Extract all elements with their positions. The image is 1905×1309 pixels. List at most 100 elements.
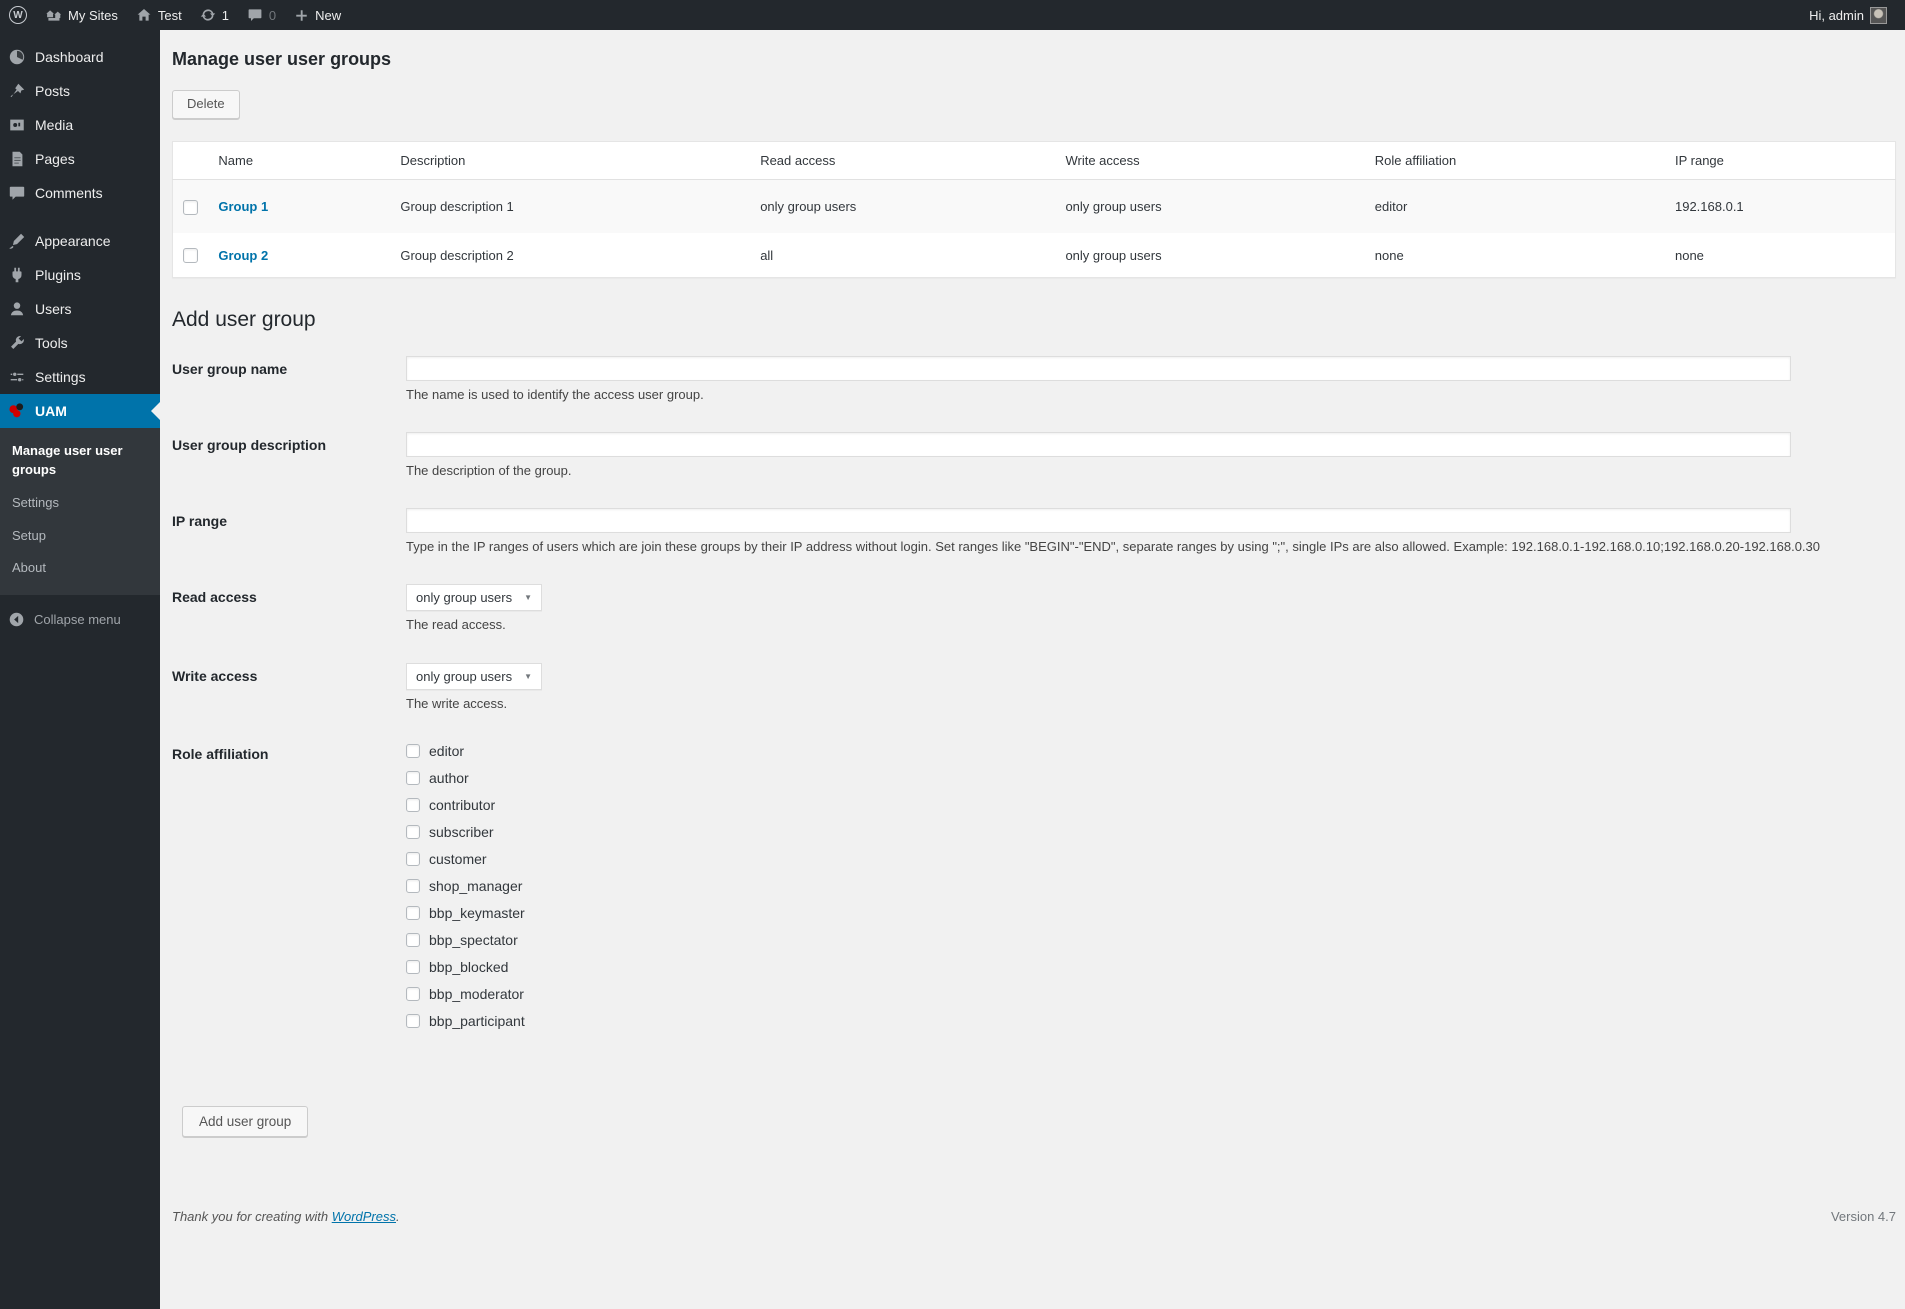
write-access-select[interactable]: only group users ▼ <box>406 663 542 690</box>
wrench-icon <box>8 334 26 352</box>
role-checkbox[interactable] <box>406 852 420 866</box>
column-header-name: Name <box>208 141 390 179</box>
submenu-item-setup[interactable]: Setup <box>0 520 160 553</box>
ip-range-label: IP range <box>172 508 406 529</box>
sidebar-item-tools[interactable]: Tools <box>0 326 160 360</box>
group-ip-cell: none <box>1665 233 1896 277</box>
site-name-label: Test <box>158 8 182 23</box>
submenu-item-settings[interactable]: Settings <box>0 487 160 520</box>
role-option-subscriber[interactable]: subscriber <box>406 824 1896 840</box>
group-read-access-cell: only group users <box>750 179 1055 233</box>
wordpress-link[interactable]: WordPress <box>332 1209 396 1224</box>
wp-logo-menu[interactable]: W <box>0 0 36 30</box>
role-checkbox[interactable] <box>406 960 420 974</box>
admin-bar: W My Sites Test 1 0 <box>0 0 1905 30</box>
read-access-label: Read access <box>172 584 406 605</box>
role-option-contributor[interactable]: contributor <box>406 797 1896 813</box>
group-write-access-cell: only group users <box>1055 179 1364 233</box>
user-group-name-input[interactable] <box>406 356 1791 381</box>
role-option-label: author <box>429 770 469 786</box>
role-option-label: customer <box>429 851 487 867</box>
user-group-description-input[interactable] <box>406 432 1791 457</box>
user-groups-table: Name Description Read access Write acces… <box>172 141 1896 278</box>
group-name-link[interactable]: Group 1 <box>218 199 268 214</box>
sidebar-item-appearance[interactable]: Appearance <box>0 224 160 258</box>
uam-submenu: Manage user user groups Settings Setup A… <box>0 428 160 595</box>
comments-icon <box>8 184 26 202</box>
role-option-author[interactable]: author <box>406 770 1896 786</box>
role-checkbox-list: editor author contributor subscriber cus… <box>406 741 1896 1040</box>
greeting-label: Hi, admin <box>1809 8 1864 23</box>
plus-icon <box>294 8 309 23</box>
sidebar-item-label: Appearance <box>35 233 111 249</box>
sidebar-item-users[interactable]: Users <box>0 292 160 326</box>
sidebar-item-media[interactable]: Media <box>0 108 160 142</box>
role-checkbox[interactable] <box>406 744 420 758</box>
footer-thanks-suffix: . <box>396 1209 400 1224</box>
account-menu[interactable]: Hi, admin <box>1800 0 1896 30</box>
role-option-bbp-moderator[interactable]: bbp_moderator <box>406 986 1896 1002</box>
row-checkbox[interactable] <box>183 248 198 263</box>
group-read-access-cell: all <box>750 233 1055 277</box>
select-caret-icon: ▼ <box>524 672 532 681</box>
collapse-menu-button[interactable]: Collapse menu <box>0 601 160 638</box>
role-option-bbp-keymaster[interactable]: bbp_keymaster <box>406 905 1896 921</box>
form-row-ip-range: IP range Type in the IP ranges of users … <box>172 498 1896 574</box>
dashboard-icon <box>8 48 26 66</box>
role-checkbox[interactable] <box>406 933 420 947</box>
role-checkbox[interactable] <box>406 825 420 839</box>
role-checkbox[interactable] <box>406 987 420 1001</box>
role-option-label: contributor <box>429 797 495 813</box>
new-menu[interactable]: New <box>285 0 350 30</box>
write-access-selected-value: only group users <box>416 669 512 684</box>
footer: Thank you for creating with WordPress. V… <box>172 1209 1896 1224</box>
name-label: User group name <box>172 356 406 377</box>
role-option-bbp-blocked[interactable]: bbp_blocked <box>406 959 1896 975</box>
form-row-read-access: Read access only group users ▼ The read … <box>172 574 1896 652</box>
sidebar-item-dashboard[interactable]: Dashboard <box>0 40 160 74</box>
sidebar-item-plugins[interactable]: Plugins <box>0 258 160 292</box>
submenu-item-manage-groups[interactable]: Manage user user groups <box>0 435 160 487</box>
sidebar-item-posts[interactable]: Posts <box>0 74 160 108</box>
sidebar-item-label: Plugins <box>35 267 81 283</box>
read-access-select[interactable]: only group users ▼ <box>406 584 542 611</box>
role-checkbox[interactable] <box>406 1014 420 1028</box>
plugin-icon <box>8 266 26 284</box>
site-menu[interactable]: Test <box>127 0 191 30</box>
wordpress-logo-icon: W <box>9 6 27 24</box>
add-user-group-button[interactable]: Add user group <box>182 1106 308 1138</box>
submenu-item-about[interactable]: About <box>0 552 160 585</box>
role-checkbox[interactable] <box>406 771 420 785</box>
sidebar-item-label: Comments <box>35 185 103 201</box>
role-option-bbp-spectator[interactable]: bbp_spectator <box>406 932 1896 948</box>
appearance-brush-icon <box>8 232 26 250</box>
role-option-shop-manager[interactable]: shop_manager <box>406 878 1896 894</box>
role-checkbox[interactable] <box>406 879 420 893</box>
comments-menu[interactable]: 0 <box>238 0 285 30</box>
ip-range-input[interactable] <box>406 508 1791 533</box>
form-row-role-affiliation: Role affiliation editor author contribut… <box>172 731 1896 1058</box>
updates-menu[interactable]: 1 <box>191 0 238 30</box>
role-option-editor[interactable]: editor <box>406 743 1896 759</box>
add-user-group-title: Add user group <box>172 308 1896 332</box>
sidebar-item-uam[interactable]: UAM <box>0 394 160 428</box>
multisite-houses-icon <box>45 7 62 24</box>
group-name-link[interactable]: Group 2 <box>218 248 268 263</box>
sidebar-item-comments[interactable]: Comments <box>0 176 160 210</box>
delete-button[interactable]: Delete <box>172 90 240 119</box>
sidebar-item-label: Users <box>35 301 72 317</box>
comment-count: 0 <box>269 8 276 23</box>
avatar <box>1870 7 1887 24</box>
sidebar-item-settings[interactable]: Settings <box>0 360 160 394</box>
row-checkbox[interactable] <box>183 200 198 215</box>
role-option-bbp-participant[interactable]: bbp_participant <box>406 1013 1896 1029</box>
role-checkbox[interactable] <box>406 798 420 812</box>
role-option-customer[interactable]: customer <box>406 851 1896 867</box>
my-sites-menu[interactable]: My Sites <box>36 0 127 30</box>
footer-thanks-prefix: Thank you for creating with <box>172 1209 332 1224</box>
role-checkbox[interactable] <box>406 906 420 920</box>
sidebar-item-pages[interactable]: Pages <box>0 142 160 176</box>
form-row-description: User group description The description o… <box>172 422 1896 498</box>
table-row: Group 1 Group description 1 only group u… <box>173 179 1896 233</box>
write-access-label: Write access <box>172 663 406 684</box>
